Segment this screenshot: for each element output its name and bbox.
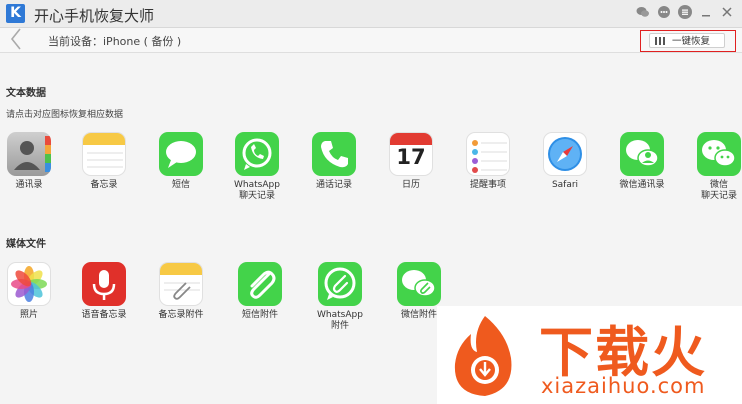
restore-icon [655, 37, 665, 45]
tile-label: WhatsApp 聊天记录 [234, 180, 280, 201]
notes-icon [82, 132, 126, 176]
wechat-attachment-icon [397, 262, 441, 306]
whatsapp-icon [235, 132, 279, 176]
back-button[interactable] [9, 26, 23, 56]
messages-icon [159, 132, 203, 176]
media-files-title: 媒体文件 [6, 239, 46, 250]
whatsapp-attachment-icon [318, 262, 362, 306]
tile-label: 提醒事项 [469, 180, 506, 190]
tile-label: 通话记录 [315, 180, 352, 190]
menu-icon[interactable] [678, 5, 692, 19]
app-title: 开心手机恢复大师 [34, 7, 155, 25]
tile-notes-attachment[interactable]: 备忘录附件 [150, 262, 212, 321]
watermark: 下载火 xiazaihuo.com [437, 306, 742, 404]
notes-attachment-icon [159, 262, 203, 306]
tile-whatsapp-attachment[interactable]: WhatsApp 附件 [309, 262, 371, 332]
one-click-restore-button[interactable]: 一键恢复 [649, 33, 725, 48]
title-bar: K 开心手机恢复大师 [0, 0, 742, 28]
tile-calendar[interactable]: 17 日历 [380, 132, 442, 191]
close-icon[interactable] [720, 5, 734, 19]
wechat-contacts-icon [620, 132, 664, 176]
tile-notes[interactable]: 备忘录 [73, 132, 135, 191]
tile-sms-attachment[interactable]: 短信附件 [229, 262, 291, 321]
contacts-icon [7, 132, 51, 176]
chat-icon[interactable] [657, 5, 671, 19]
minimize-icon[interactable] [699, 5, 713, 19]
tile-wechat-contacts[interactable]: 微信通讯录 [611, 132, 673, 191]
toolbar: 当前设备：iPhone ( 备份 ) 一键恢复 [0, 28, 742, 53]
watermark-en: xiazaihuo.com [541, 374, 706, 398]
tile-label: 日历 [401, 180, 420, 190]
restore-highlight-box: 一键恢复 [640, 30, 736, 52]
text-data-hint: 请点击对应图标恢复相应数据 [6, 110, 124, 120]
tile-label: 照片 [19, 310, 38, 320]
tile-whatsapp[interactable]: WhatsApp 聊天记录 [226, 132, 288, 202]
wechat-icon [697, 132, 741, 176]
sms-attachment-icon [238, 262, 282, 306]
tile-label: 备忘录 [90, 180, 118, 190]
phone-icon [312, 132, 356, 176]
reminders-icon [466, 132, 510, 176]
tile-reminders[interactable]: 提醒事项 [457, 132, 519, 191]
device-label: 当前设备：iPhone ( 备份 ) [48, 35, 182, 48]
safari-icon [543, 132, 587, 176]
voice-memo-icon [82, 262, 126, 306]
app-logo: K [6, 4, 25, 23]
calendar-date: 17 [396, 145, 426, 169]
calendar-icon: 17 [389, 132, 433, 176]
tile-label: Safari [551, 180, 579, 190]
tile-label: 短信附件 [241, 310, 278, 320]
window-controls [636, 5, 734, 19]
tile-label: 通讯录 [15, 180, 43, 190]
tile-contacts[interactable]: 通讯录 [0, 132, 60, 191]
tile-photos[interactable]: 照片 [0, 262, 60, 321]
tile-label: 短信 [171, 180, 190, 190]
tile-wechat-chat[interactable]: 微信 聊天记录 [688, 132, 742, 202]
photos-icon [7, 262, 51, 306]
tile-label: 微信通讯录 [619, 180, 665, 190]
tile-safari[interactable]: Safari [534, 132, 596, 191]
flame-logo-icon [454, 316, 512, 396]
tile-label: 语音备忘录 [81, 310, 127, 320]
tile-label: 备忘录附件 [158, 310, 204, 320]
tile-call-log[interactable]: 通话记录 [303, 132, 365, 191]
wechat-icon-titlebar[interactable] [636, 5, 650, 19]
tile-label: WhatsApp 附件 [317, 310, 363, 331]
tile-voice-memo[interactable]: 语音备忘录 [73, 262, 135, 321]
restore-button-label: 一键恢复 [672, 36, 711, 47]
text-data-title: 文本数据 [6, 88, 46, 99]
tile-label: 微信 聊天记录 [700, 180, 737, 201]
tile-messages[interactable]: 短信 [150, 132, 212, 191]
